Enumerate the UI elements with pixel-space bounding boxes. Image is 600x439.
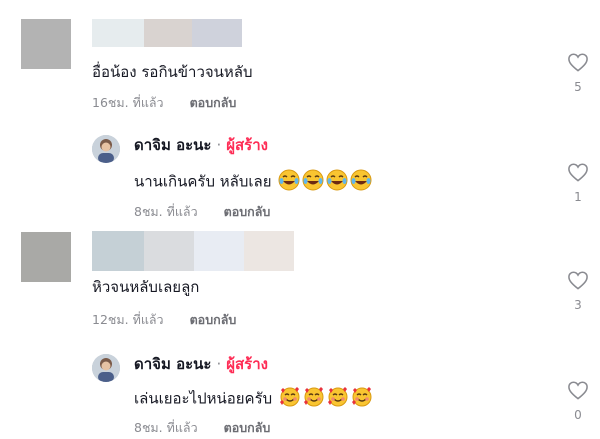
comment-meta: 12ชม. ที่แล้ว ตอบกลับ <box>92 310 236 330</box>
timestamp: 16ชม. ที่แล้ว <box>92 95 164 110</box>
laughing-tears-emoji-icon <box>302 169 324 195</box>
smiling-hearts-emoji-icon <box>303 386 325 412</box>
redacted-block <box>92 19 144 47</box>
redacted-block <box>92 231 144 271</box>
heart-icon[interactable] <box>567 380 589 400</box>
reply-button[interactable]: ตอบกลับ <box>224 202 271 222</box>
username-redacted[interactable] <box>92 19 242 47</box>
author-name[interactable]: ดาจิม อะนะ <box>134 355 211 373</box>
separator: · <box>216 355 222 373</box>
reply-meta: 8ชม. ที่แล้ว ตอบกลับ <box>134 202 270 222</box>
author-name[interactable]: ดาจิม อะนะ <box>134 136 211 154</box>
username-redacted[interactable] <box>92 231 294 271</box>
timestamp: 12ชม. ที่แล้ว <box>92 312 164 327</box>
avatar-image <box>92 354 120 382</box>
reply-button[interactable]: ตอบกลับ <box>190 93 237 113</box>
redacted-block <box>244 231 294 271</box>
heart-icon[interactable] <box>567 162 589 182</box>
heart-icon[interactable] <box>567 270 589 290</box>
like-count: 1 <box>574 190 582 204</box>
comment-text: อื่อน้อง รอกินข้าวจนหลับ <box>92 63 253 81</box>
like-button[interactable]: 3 <box>567 270 589 312</box>
reply-button[interactable]: ตอบกลับ <box>224 418 271 438</box>
redacted-block <box>194 231 244 271</box>
redacted-block <box>144 19 192 47</box>
like-button[interactable]: 0 <box>567 380 589 422</box>
creator-name-line: ดาจิม อะนะ · ผู้สร้าง <box>134 133 268 157</box>
laughing-tears-emoji-icon <box>350 169 372 195</box>
smiling-hearts-emoji-icon <box>279 386 301 412</box>
separator: · <box>216 136 222 154</box>
timestamp: 8ชม. ที่แล้ว <box>134 204 198 219</box>
creator-badge: ผู้สร้าง <box>226 136 268 154</box>
reply-text: นานเกินครับ หลับเลย <box>134 169 372 195</box>
comment-text: หิวจนหลับเลยลูก <box>92 278 200 296</box>
redacted-block <box>144 231 194 271</box>
redacted-block <box>192 19 242 47</box>
reply-button[interactable]: ตอบกลับ <box>190 310 237 330</box>
like-button[interactable]: 1 <box>567 162 589 204</box>
avatar-image <box>92 135 120 163</box>
laughing-tears-emoji-icon <box>326 169 348 195</box>
reply-meta: 8ชม. ที่แล้ว ตอบกลับ <box>134 418 270 438</box>
creator-avatar[interactable] <box>92 354 120 382</box>
reply-text-content: นานเกินครับ หลับเลย <box>134 172 272 191</box>
like-count: 5 <box>574 80 582 94</box>
laughing-tears-emoji-icon <box>278 169 300 195</box>
avatar[interactable] <box>21 19 71 69</box>
creator-badge: ผู้สร้าง <box>226 355 268 373</box>
timestamp: 8ชม. ที่แล้ว <box>134 420 198 435</box>
smiling-hearts-emoji-icon <box>351 386 373 412</box>
avatar[interactable] <box>21 232 71 282</box>
creator-name-line: ดาจิม อะนะ · ผู้สร้าง <box>134 352 268 376</box>
smiling-hearts-emoji-icon <box>327 386 349 412</box>
like-count: 0 <box>574 408 582 422</box>
heart-icon[interactable] <box>567 52 589 72</box>
like-button[interactable]: 5 <box>567 52 589 94</box>
comment-meta: 16ชม. ที่แล้ว ตอบกลับ <box>92 93 236 113</box>
creator-avatar[interactable] <box>92 135 120 163</box>
reply-text-content: เล่นเยอะไปหน่อยครับ <box>134 389 273 408</box>
like-count: 3 <box>574 298 582 312</box>
reply-text: เล่นเยอะไปหน่อยครับ <box>134 386 373 412</box>
